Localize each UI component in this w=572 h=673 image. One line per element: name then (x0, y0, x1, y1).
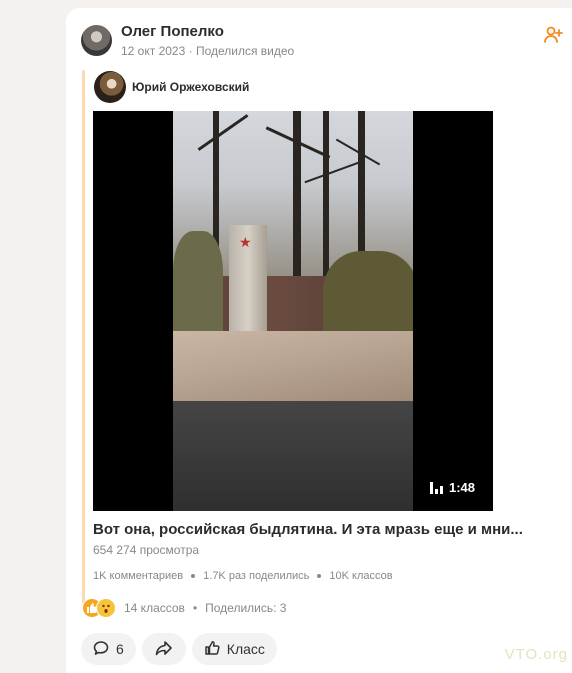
add-friend-icon[interactable] (543, 25, 563, 45)
video-title[interactable]: Вот она, российская быдлятина. И эта мра… (93, 521, 523, 538)
meta-separator: · (188, 44, 193, 58)
share-button[interactable] (141, 633, 186, 665)
video-likes-count: 10K классов (329, 570, 393, 582)
shares-count[interactable]: Поделились: 3 (205, 601, 286, 615)
share-icon (155, 640, 173, 659)
repost-bar (82, 70, 85, 604)
original-author-avatar[interactable] (94, 71, 126, 103)
post-card: Олег Попелко 12 окт 2023 · Поделился вид… (66, 8, 572, 673)
watermark: VTO.org (504, 646, 568, 663)
reactions-text: 14 классов • Поделились: 3 (124, 601, 286, 615)
author-avatar[interactable] (81, 25, 112, 56)
post-date[interactable]: 12 окт 2023 (121, 44, 185, 58)
classes-count[interactable]: 14 классов (124, 601, 185, 615)
stat-dot (317, 574, 322, 578)
author-name[interactable]: Олег Попелко (121, 23, 224, 40)
original-author-name[interactable]: Юрий Оржеховский (132, 80, 249, 94)
quality-bars-icon (429, 481, 443, 494)
video-thumbnail: ★ (173, 111, 413, 511)
video-comments-count: 1K комментариев (93, 570, 184, 582)
class-button[interactable]: Класс (191, 633, 277, 665)
post-meta: 12 окт 2023 · Поделился видео (121, 44, 294, 58)
duration-label: 1:48 (448, 480, 475, 495)
video-views: 654 274 просмотра (93, 543, 200, 557)
comments-button[interactable]: 6 (81, 633, 136, 665)
post-actions: 6 Класс (81, 633, 277, 665)
video-stats: 1K комментариев 1.7K раз поделились 10K … (93, 570, 393, 582)
video-player[interactable]: ★ 1:48 (93, 111, 493, 511)
comments-count: 6 (116, 641, 124, 657)
reactions-separator: • (192, 601, 198, 615)
video-shares-count: 1.7K раз поделились (203, 570, 310, 582)
comment-icon (93, 640, 109, 659)
post-action: Поделился видео (195, 44, 295, 58)
thumbs-up-icon (204, 640, 220, 659)
class-label: Класс (226, 641, 265, 657)
wow-reaction-icon (96, 598, 116, 618)
reactions-summary[interactable]: 14 классов • Поделились: 3 (82, 598, 286, 618)
stat-dot (191, 574, 196, 578)
video-duration: 1:48 (429, 480, 475, 495)
